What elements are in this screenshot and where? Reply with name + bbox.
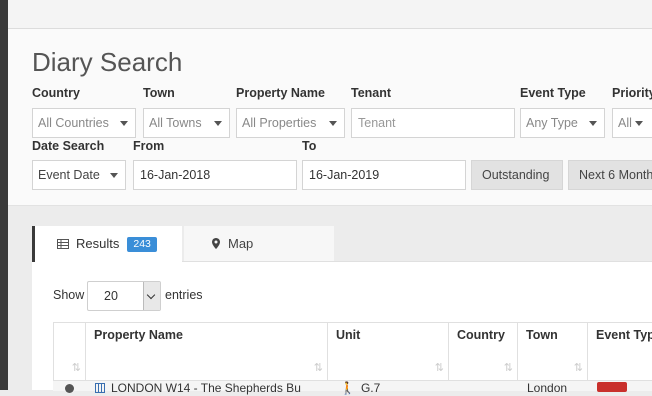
column-header-town[interactable]: Town ⇅ bbox=[518, 322, 588, 380]
from-label: From bbox=[133, 139, 165, 153]
country-select-value: All Countries bbox=[38, 116, 109, 130]
property-label: Property Name bbox=[236, 86, 325, 100]
town-label: Town bbox=[143, 86, 175, 100]
chevron-down-icon bbox=[635, 121, 643, 126]
row-unit: G.7 bbox=[360, 381, 381, 395]
chevron-down-icon bbox=[329, 121, 337, 126]
to-date-input[interactable]: 16-Jan-2019 bbox=[302, 160, 466, 190]
country-select[interactable]: All Countries bbox=[32, 108, 136, 138]
sort-icon: ⇅ bbox=[313, 362, 323, 374]
chevron-down-icon bbox=[589, 121, 597, 126]
from-date-input[interactable]: 16-Jan-2018 bbox=[133, 160, 297, 190]
town-select-value: All Towns bbox=[149, 116, 202, 130]
tab-map-label: Map bbox=[228, 236, 254, 251]
to-label: To bbox=[302, 139, 317, 153]
building-icon bbox=[95, 383, 105, 393]
event-type-select[interactable]: Any Type bbox=[520, 108, 605, 138]
sort-icon: ⇅ bbox=[71, 362, 81, 374]
tenant-input[interactable]: Tenant bbox=[351, 108, 515, 138]
entries-label: entries bbox=[165, 288, 203, 302]
date-search-select[interactable]: Event Date bbox=[32, 160, 126, 190]
row-status-dot bbox=[65, 384, 74, 393]
chevron-down-icon bbox=[120, 121, 128, 126]
event-type-label: Event Type bbox=[520, 86, 586, 100]
column-label-unit: Unit bbox=[336, 328, 361, 342]
column-label-town: Town bbox=[526, 328, 558, 342]
column-label-event-type: Event Type bbox=[596, 328, 652, 342]
sort-icon: ⇅ bbox=[434, 362, 444, 374]
page-title: Diary Search bbox=[32, 47, 183, 77]
tenant-placeholder: Tenant bbox=[358, 116, 396, 130]
row-property-cell[interactable]: LONDON W14 - The Shepherds Bu bbox=[95, 380, 301, 396]
property-select[interactable]: All Properties bbox=[236, 108, 345, 138]
property-select-value: All Properties bbox=[242, 116, 317, 130]
entries-length-select[interactable]: 20 bbox=[87, 281, 161, 311]
outstanding-button[interactable]: Outstanding bbox=[471, 160, 563, 190]
country-label: Country bbox=[32, 86, 80, 100]
town-select[interactable]: All Towns bbox=[143, 108, 230, 138]
priority-select[interactable]: All bbox=[612, 108, 652, 138]
table-icon bbox=[57, 239, 69, 249]
tab-results[interactable]: Results 243 bbox=[32, 226, 182, 262]
row-town: London bbox=[527, 381, 568, 395]
show-label: Show bbox=[53, 288, 85, 302]
column-label-property-name: Property Name bbox=[94, 328, 183, 342]
column-header-property-name[interactable]: Property Name ⇅ bbox=[86, 322, 328, 380]
person-icon: 🚶 bbox=[340, 381, 355, 395]
tenant-label: Tenant bbox=[351, 86, 392, 100]
sort-icon: ⇅ bbox=[503, 362, 513, 374]
event-type-select-value: Any Type bbox=[526, 116, 578, 130]
date-search-label: Date Search bbox=[32, 139, 105, 153]
chevron-down-icon bbox=[143, 282, 160, 310]
event-type-tag bbox=[597, 382, 627, 392]
chevron-down-icon bbox=[214, 121, 222, 126]
next-6-months-button[interactable]: Next 6 Months bbox=[568, 160, 652, 190]
priority-select-value: All bbox=[618, 116, 632, 130]
sidebar-edge bbox=[0, 0, 8, 390]
column-header-event-type[interactable]: Event Type bbox=[588, 322, 652, 380]
map-marker-icon bbox=[212, 238, 220, 249]
column-label-country: Country bbox=[457, 328, 505, 342]
row-property-name: LONDON W14 - The Shepherds Bu bbox=[111, 381, 301, 395]
tab-map[interactable]: Map bbox=[184, 226, 334, 261]
column-header-select[interactable]: ⇅ bbox=[53, 322, 86, 380]
row-unit-cell[interactable]: 🚶 G.7 bbox=[340, 380, 380, 396]
tab-results-label: Results bbox=[76, 236, 120, 251]
date-search-value: Event Date bbox=[38, 168, 100, 182]
entries-length-value: 20 bbox=[104, 289, 118, 303]
column-header-unit[interactable]: Unit ⇅ bbox=[328, 322, 449, 380]
top-bar bbox=[8, 0, 652, 29]
column-header-country[interactable]: Country ⇅ bbox=[449, 322, 518, 380]
sort-icon: ⇅ bbox=[573, 362, 583, 374]
chevron-down-icon bbox=[110, 173, 118, 178]
results-count-badge: 243 bbox=[127, 237, 157, 252]
priority-label: Priority bbox=[612, 86, 652, 100]
